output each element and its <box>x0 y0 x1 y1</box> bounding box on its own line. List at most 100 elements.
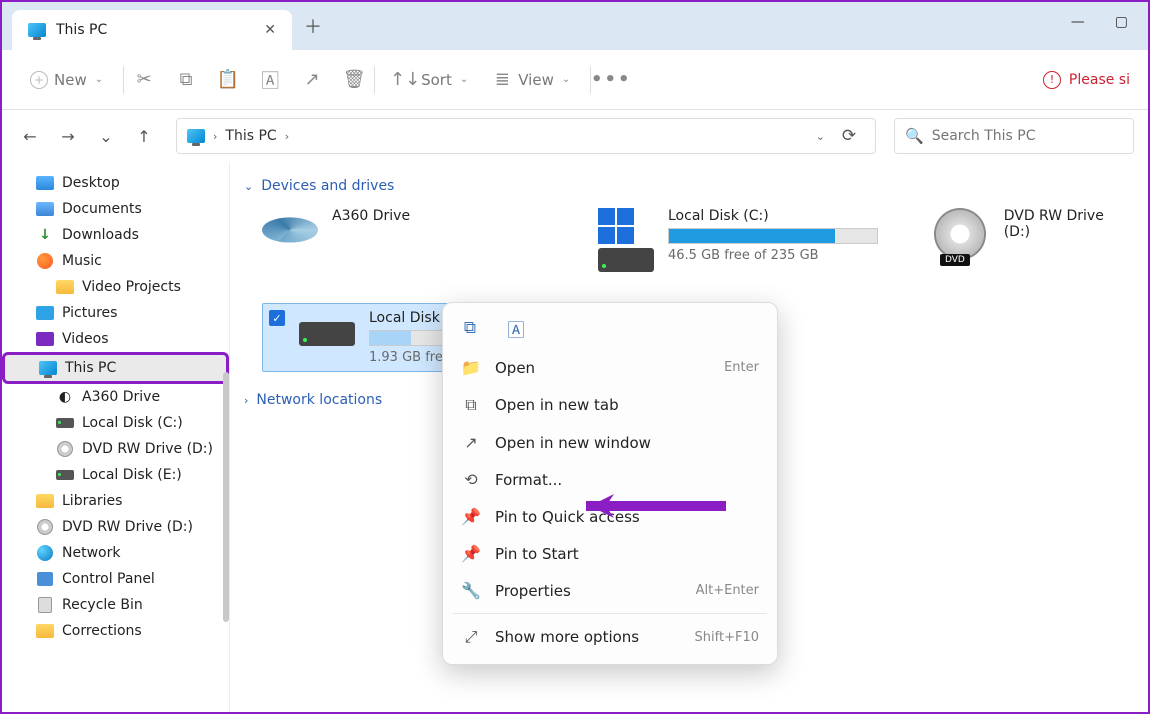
drive-dvd-d[interactable]: DVD RW Drive (D:) <box>934 208 1134 263</box>
dvd-icon <box>57 441 73 457</box>
new-window-icon: ↗ <box>461 433 481 452</box>
back-button[interactable]: ← <box>16 122 44 150</box>
drive-local-c[interactable]: Local Disk (C:) 46.5 GB free of 235 GB <box>598 208 886 263</box>
cut-icon[interactable]: ✂ <box>134 70 154 90</box>
copy-icon[interactable]: ⧉ <box>459 317 481 339</box>
rename-icon[interactable]: 🄰 <box>505 317 527 339</box>
sidebar-item-control-panel[interactable]: Control Panel <box>2 566 229 592</box>
up-button[interactable]: ↑ <box>130 122 158 150</box>
new-tab-icon: ⧉ <box>461 395 481 415</box>
ctx-pin-start[interactable]: 📌 Pin to Start <box>443 535 777 572</box>
documents-icon <box>36 202 54 216</box>
sort-button[interactable]: ↑↓ Sort ⌄ <box>385 64 478 96</box>
chevron-right-icon: › <box>285 130 289 143</box>
chevron-down-icon: ⌄ <box>244 180 253 193</box>
ctx-open-new-window[interactable]: ↗ Open in new window <box>443 424 777 461</box>
sidebar-item-dvd-d2[interactable]: DVD RW Drive (D:) <box>2 514 229 540</box>
ctx-show-more[interactable]: ⤢ Show more options Shift+F10 <box>443 618 777 656</box>
drive-a360[interactable]: A360 Drive <box>262 208 550 263</box>
sidebar-item-music[interactable]: Music <box>2 248 229 274</box>
copy-icon[interactable]: ⧉ <box>176 70 196 90</box>
new-tab-button[interactable]: ＋ <box>304 13 322 39</box>
sidebar-item-corrections[interactable]: Corrections <box>2 618 229 644</box>
view-button[interactable]: ≣ View ⌄ <box>482 64 580 96</box>
ctx-properties[interactable]: 🔧 Properties Alt+Enter <box>443 572 777 609</box>
sidebar-item-pictures[interactable]: Pictures <box>2 300 229 326</box>
sidebar-item-video-projects[interactable]: Video Projects <box>2 274 229 300</box>
sidebar-item-desktop[interactable]: Desktop <box>2 170 229 196</box>
address-bar-row: ← → ⌄ ↑ › This PC › ⌄ ⟳ 🔍 <box>2 110 1148 162</box>
sidebar-item-dvd-d[interactable]: DVD RW Drive (D:) <box>2 436 229 462</box>
sidebar-item-local-c[interactable]: Local Disk (C:) <box>2 410 229 436</box>
this-pc-icon <box>28 23 46 37</box>
sign-in-warning[interactable]: ! Please si <box>1043 71 1130 89</box>
forward-button[interactable]: → <box>54 122 82 150</box>
dvd-icon <box>934 208 986 260</box>
view-icon: ≣ <box>492 70 512 90</box>
refresh-button[interactable]: ⟳ <box>833 126 865 146</box>
search-icon: 🔍 <box>905 127 924 145</box>
context-menu: ⧉ 🄰 📁 Open Enter ⧉ Open in new tab ↗ Ope… <box>442 302 778 665</box>
sidebar-item-videos[interactable]: Videos <box>2 326 229 352</box>
breadcrumb[interactable]: › This PC › ⌄ ⟳ <box>176 118 876 154</box>
sidebar-item-local-e[interactable]: Local Disk (E:) <box>2 462 229 488</box>
plus-circle-icon: + <box>30 71 48 89</box>
search-input[interactable] <box>932 128 1123 144</box>
pin-icon: 📌 <box>461 507 481 526</box>
sidebar-item-recycle-bin[interactable]: Recycle Bin <box>2 592 229 618</box>
ctx-format[interactable]: ⟲ Format... <box>443 461 777 498</box>
ctx-open[interactable]: 📁 Open Enter <box>443 349 777 386</box>
share-icon[interactable]: ↗ <box>302 70 322 90</box>
search-box[interactable]: 🔍 <box>894 118 1134 154</box>
sidebar-item-libraries[interactable]: Libraries <box>2 488 229 514</box>
checkbox-checked-icon[interactable]: ✓ <box>269 310 285 326</box>
libraries-icon <box>36 494 54 508</box>
titlebar: This PC ✕ ＋ — ▢ <box>2 2 1148 50</box>
drive-icon <box>56 470 74 480</box>
chevron-down-icon: ⌄ <box>562 74 570 85</box>
view-label: View <box>518 71 554 89</box>
videos-icon <box>36 332 54 346</box>
folder-icon <box>36 624 54 638</box>
paste-icon[interactable]: 📋 <box>218 70 238 90</box>
recent-dropdown[interactable]: ⌄ <box>92 122 120 150</box>
scrollbar[interactable] <box>223 372 229 622</box>
delete-icon[interactable]: 🗑 <box>344 70 364 90</box>
minimize-button[interactable]: — <box>1071 14 1085 30</box>
rename-icon[interactable]: 🄰 <box>260 70 280 90</box>
close-tab-icon[interactable]: ✕ <box>264 22 276 38</box>
sidebar-item-this-pc[interactable]: This PC <box>2 352 229 384</box>
chevron-down-icon[interactable]: ⌄ <box>816 130 825 143</box>
tab-title: This PC <box>56 22 254 38</box>
section-devices-and-drives[interactable]: ⌄ Devices and drives <box>238 174 1140 198</box>
breadcrumb-text: This PC <box>225 128 276 144</box>
network-icon <box>37 545 53 561</box>
ctx-pin-quick-access[interactable]: 📌 Pin to Quick access <box>443 498 777 535</box>
desktop-icon <box>36 176 54 190</box>
recycle-bin-icon <box>38 597 52 613</box>
alert-icon: ! <box>1043 71 1061 89</box>
chevron-right-icon: › <box>244 394 248 407</box>
sort-label: Sort <box>421 71 452 89</box>
music-icon <box>37 253 53 269</box>
drive-icon <box>299 322 355 346</box>
sidebar-item-network[interactable]: Network <box>2 540 229 566</box>
chevron-down-icon: ⌄ <box>460 74 468 85</box>
this-pc-icon <box>39 361 57 375</box>
sidebar-item-documents[interactable]: Documents <box>2 196 229 222</box>
new-button[interactable]: + New ⌄ <box>20 65 113 95</box>
usage-bar <box>668 228 878 244</box>
more-icon[interactable]: ••• <box>601 70 621 90</box>
maximize-button[interactable]: ▢ <box>1115 14 1128 30</box>
more-icon: ⤢ <box>461 627 481 647</box>
sort-icon: ↑↓ <box>395 70 415 90</box>
window-tab[interactable]: This PC ✕ <box>12 10 292 50</box>
windows-icon <box>598 208 634 244</box>
format-icon: ⟲ <box>461 470 481 489</box>
a360-icon <box>262 217 318 242</box>
sidebar-item-a360[interactable]: ◐A360 Drive <box>2 384 229 410</box>
pin-icon: 📌 <box>461 544 481 563</box>
sidebar-item-downloads[interactable]: ↓Downloads <box>2 222 229 248</box>
folder-icon <box>56 280 74 294</box>
ctx-open-new-tab[interactable]: ⧉ Open in new tab <box>443 386 777 424</box>
